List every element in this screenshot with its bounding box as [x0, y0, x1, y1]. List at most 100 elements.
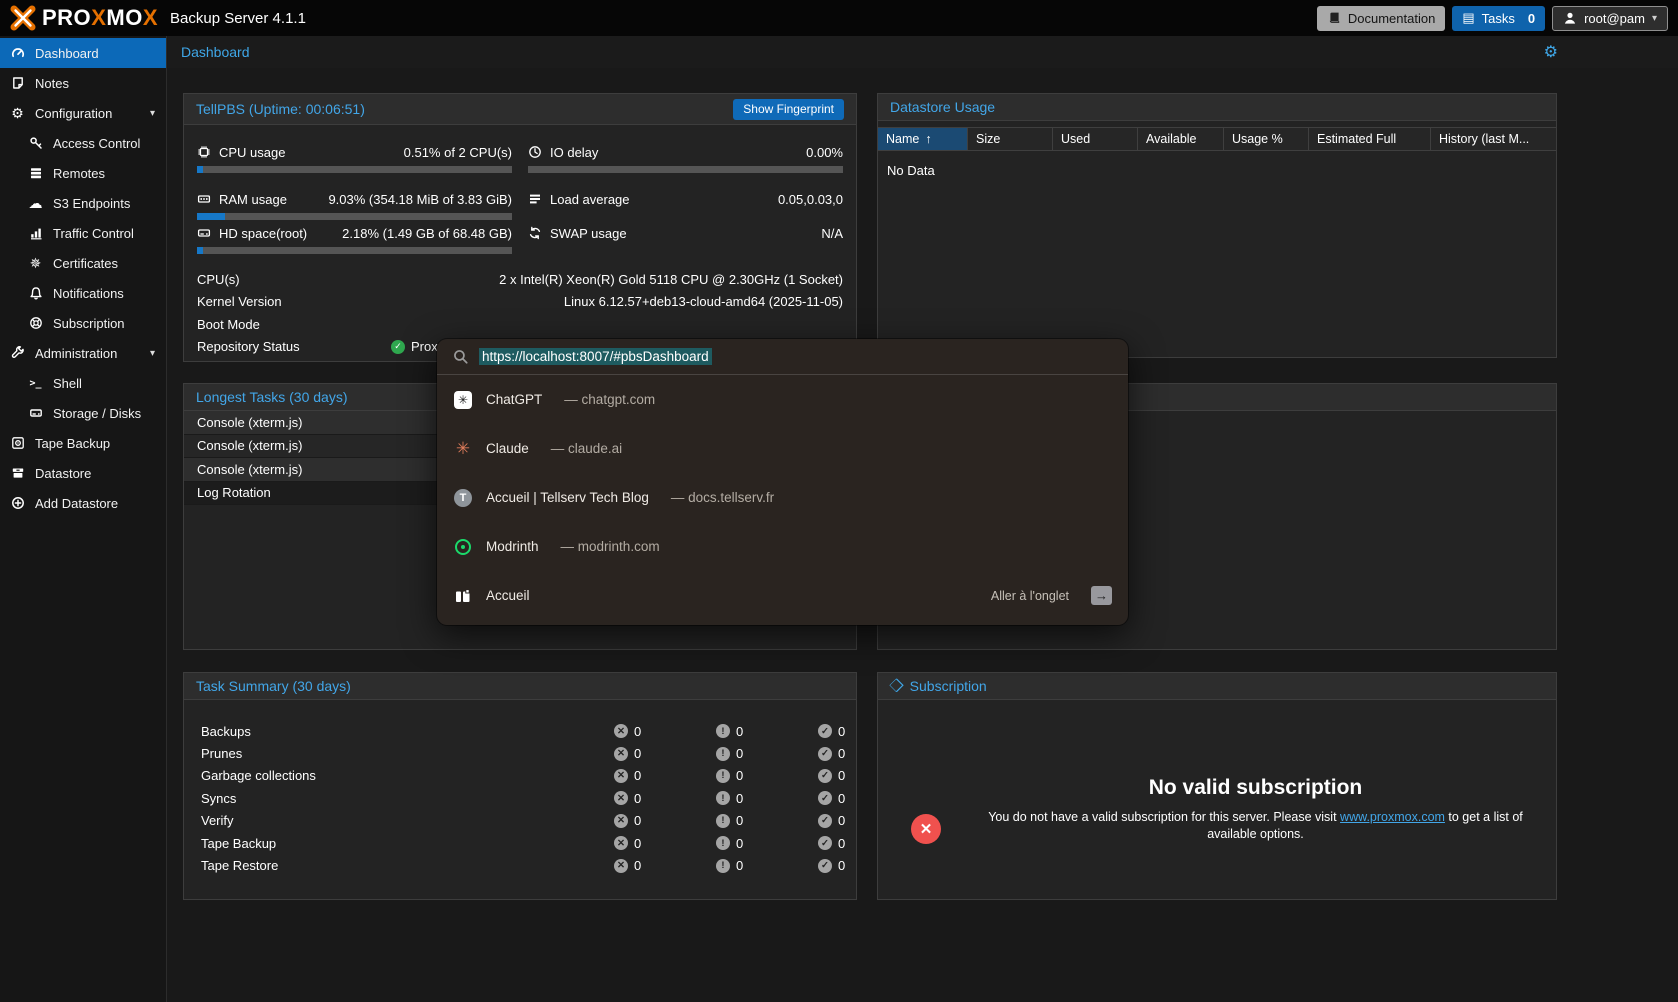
- suggestion-chatgpt[interactable]: ✳ ChatGPT — chatgpt.com: [437, 375, 1128, 424]
- summary-row-verify[interactable]: Verify ✕0 !0 ✓0: [184, 810, 856, 832]
- key-icon: [27, 136, 44, 150]
- breadcrumb: Dashboard ⚙: [168, 36, 1678, 68]
- sidebar-item-remotes[interactable]: Remotes: [0, 158, 166, 188]
- summary-row-garbage-collections[interactable]: Garbage collections ✕0 !0 ✓0: [184, 765, 856, 787]
- suggestion-domain: — docs.tellserv.fr: [671, 490, 774, 505]
- column-header-estimated-full[interactable]: Estimated Full: [1309, 128, 1431, 150]
- gears-icon: ⚙: [9, 106, 26, 120]
- info-label: Boot Mode: [197, 317, 260, 332]
- gauge-label: CPU usage: [219, 145, 285, 160]
- column-header-size[interactable]: Size: [968, 128, 1053, 150]
- info-value: 2 x Intel(R) Xeon(R) Gold 5118 CPU @ 2.3…: [499, 272, 843, 287]
- chatgpt-favicon: ✳: [454, 391, 472, 409]
- info-row-kernel: Kernel Version Linux 6.12.57+deb13-cloud…: [197, 291, 843, 314]
- sidebar-item-access-control[interactable]: Access Control: [0, 128, 166, 158]
- sidebar-item-label: Dashboard: [35, 46, 99, 61]
- sidebar-item-label: S3 Endpoints: [53, 196, 130, 211]
- sidebar-item-storage-disks[interactable]: Storage / Disks: [0, 398, 166, 428]
- server-list-icon: [27, 166, 44, 180]
- ok-circle-icon: ✓: [818, 724, 832, 738]
- sidebar-item-notes[interactable]: Notes: [0, 68, 166, 98]
- url-input-value[interactable]: https://localhost:8007/#pbsDashboard: [479, 348, 712, 365]
- datastore-table-header: Name ↑ Size Used Available Usage % Estim…: [878, 127, 1556, 151]
- ok-circle-icon: ✓: [818, 747, 832, 761]
- gauge-label: Load average: [550, 192, 630, 207]
- documentation-button[interactable]: Documentation: [1317, 6, 1445, 31]
- suggestion-claude[interactable]: ✳ Claude — claude.ai: [437, 424, 1128, 473]
- notes-icon: [9, 76, 26, 90]
- sidebar-item-notifications[interactable]: Notifications: [0, 278, 166, 308]
- suggestion-modrinth[interactable]: Modrinth — modrinth.com: [437, 522, 1128, 571]
- error-count: 0: [634, 836, 641, 851]
- column-header-name[interactable]: Name ↑: [878, 128, 968, 150]
- summary-row-tape-backup[interactable]: Tape Backup ✕0 !0 ✓0: [184, 832, 856, 854]
- tasks-button[interactable]: ▤ Tasks 0: [1452, 6, 1545, 31]
- go-to-tab-arrow-icon[interactable]: →: [1091, 586, 1112, 605]
- switch-to-tab-row[interactable]: Accueil Aller à l'onglet →: [437, 571, 1128, 620]
- gauge-value: 0.51% of 2 CPU(s): [404, 145, 512, 160]
- gauge-value: 0.00%: [806, 145, 843, 160]
- load-bars-icon: [528, 192, 542, 206]
- check-circle-icon: ✓: [391, 340, 405, 354]
- summary-label: Garbage collections: [201, 768, 316, 783]
- ok-circle-icon: ✓: [818, 814, 832, 828]
- error-count: 0: [634, 813, 641, 828]
- sidebar-item-add-datastore[interactable]: Add Datastore: [0, 488, 166, 518]
- column-header-history[interactable]: History (last M...: [1431, 128, 1556, 150]
- sidebar-item-administration[interactable]: Administration ▾: [0, 338, 166, 368]
- chevron-down-icon: ▾: [1652, 13, 1657, 24]
- summary-label: Syncs: [201, 791, 236, 806]
- task-summary-panel: Task Summary (30 days) Backups ✕0 !0 ✓0 …: [183, 672, 857, 900]
- error-cross-icon: ✕: [911, 814, 941, 844]
- summary-row-prunes[interactable]: Prunes ✕0 !0 ✓0: [184, 742, 856, 764]
- suggestion-tellserv[interactable]: T Accueil | Tellserv Tech Blog — docs.te…: [437, 473, 1128, 522]
- sidebar-item-shell[interactable]: >_ Shell: [0, 368, 166, 398]
- error-circle-icon: ✕: [614, 769, 628, 783]
- ok-count: 0: [838, 813, 845, 828]
- column-header-used[interactable]: Used: [1053, 128, 1138, 150]
- user-menu-button[interactable]: root@pam ▾: [1552, 6, 1668, 31]
- error-count: 0: [634, 746, 641, 761]
- gauge-label: SWAP usage: [550, 226, 627, 241]
- datastore-usage-panel: Datastore Usage Name ↑ Size Used Availab…: [877, 93, 1557, 358]
- summary-row-syncs[interactable]: Syncs ✕0 !0 ✓0: [184, 787, 856, 809]
- sidebar-item-label: Datastore: [35, 466, 91, 481]
- sidebar-item-dashboard[interactable]: Dashboard: [0, 38, 166, 68]
- summary-row-backups[interactable]: Backups ✕0 !0 ✓0: [184, 720, 856, 742]
- ram-icon: [197, 192, 211, 206]
- ok-count: 0: [838, 724, 845, 739]
- urlbar-input-row[interactable]: https://localhost:8007/#pbsDashboard: [437, 339, 1128, 375]
- sidebar-item-subscription[interactable]: Subscription: [0, 308, 166, 338]
- suggestion-domain: — claude.ai: [551, 441, 622, 456]
- error-count: 0: [634, 791, 641, 806]
- panel-title: Longest Tasks (30 days): [196, 389, 348, 405]
- sidebar-item-tape-backup[interactable]: Tape Backup: [0, 428, 166, 458]
- brand-text: PROXMOX: [42, 5, 158, 31]
- sidebar-item-label: Storage / Disks: [53, 406, 141, 421]
- product-version: Backup Server 4.1.1: [170, 10, 306, 27]
- error-circle-icon: ✕: [614, 814, 628, 828]
- sidebar-item-datastore[interactable]: Datastore: [0, 458, 166, 488]
- cloud-upload-icon: ☁: [27, 196, 44, 210]
- swap-refresh-icon: [528, 226, 542, 240]
- suggestion-title: ChatGPT: [486, 392, 542, 407]
- no-subscription-heading: No valid subscription: [968, 776, 1543, 800]
- warning-count: 0: [736, 836, 743, 851]
- dashboard-settings-gear-icon[interactable]: ⚙: [1544, 42, 1558, 62]
- sidebar-item-s3-endpoints[interactable]: ☁ S3 Endpoints: [0, 188, 166, 218]
- task-list-icon: ▤: [1462, 10, 1474, 26]
- show-fingerprint-button[interactable]: Show Fingerprint: [733, 99, 844, 120]
- sidebar-item-configuration[interactable]: ⚙ Configuration ▾: [0, 98, 166, 128]
- panel-title: Task Summary (30 days): [196, 678, 351, 694]
- life-ring-icon: [27, 316, 44, 330]
- sidebar-item-traffic-control[interactable]: Traffic Control: [0, 218, 166, 248]
- ok-circle-icon: ✓: [818, 836, 832, 850]
- sidebar-item-certificates[interactable]: ✵ Certificates: [0, 248, 166, 278]
- proxmox-link[interactable]: www.proxmox.com: [1340, 810, 1445, 824]
- summary-row-tape-restore[interactable]: Tape Restore ✕0 !0 ✓0: [184, 854, 856, 876]
- column-header-available[interactable]: Available: [1138, 128, 1224, 150]
- sidebar-item-label: Configuration: [35, 106, 112, 121]
- column-header-usage-pct[interactable]: Usage %: [1224, 128, 1309, 150]
- sidebar-item-label: Tape Backup: [35, 436, 110, 451]
- claude-favicon: ✳: [456, 439, 470, 459]
